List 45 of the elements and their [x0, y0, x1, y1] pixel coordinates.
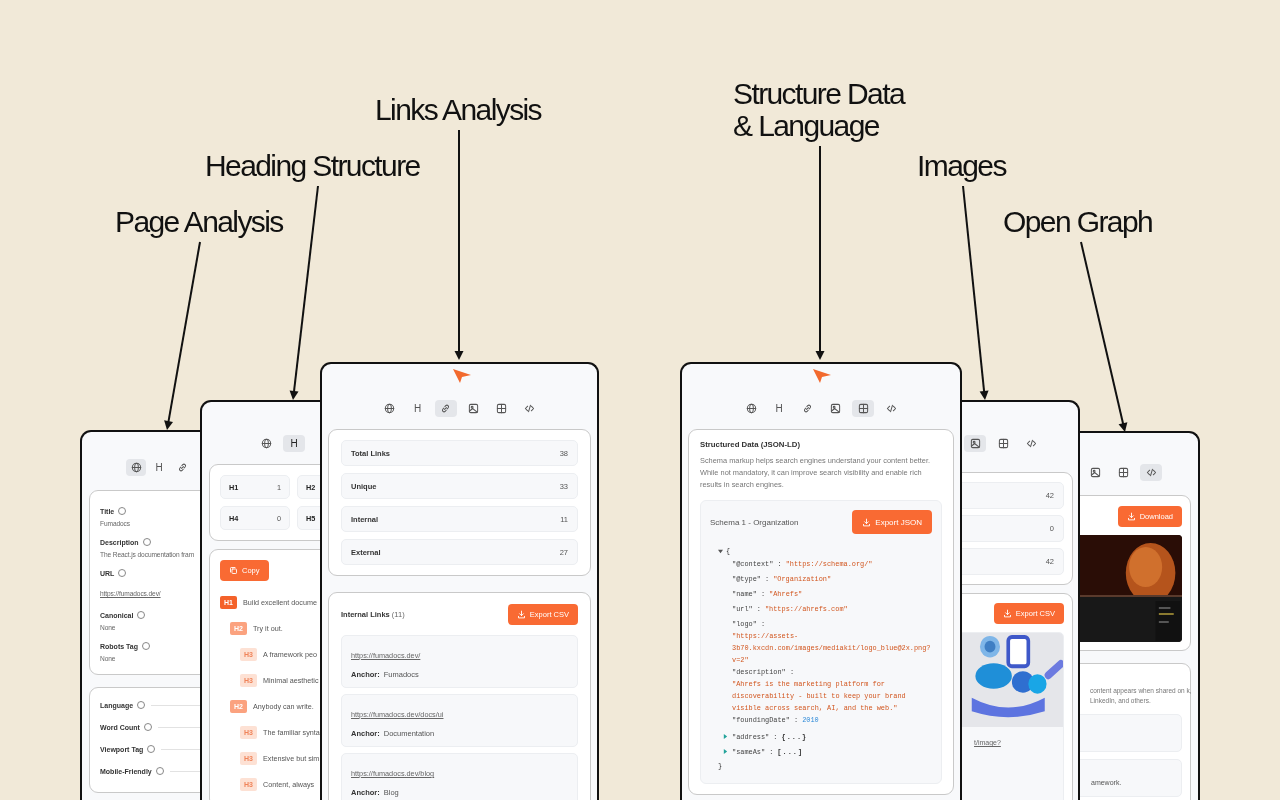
download-icon — [1002, 609, 1012, 618]
code-tab[interactable] — [1140, 463, 1162, 481]
image-icon — [969, 437, 981, 449]
globe-icon — [260, 437, 272, 449]
callout-label: Structure Data & Language — [733, 78, 906, 142]
code-icon — [524, 402, 535, 414]
caret-icon[interactable] — [718, 548, 723, 554]
globe-tab[interactable] — [126, 458, 146, 476]
download-icon — [862, 517, 872, 527]
table-tab[interactable] — [852, 399, 874, 417]
caret-icon[interactable] — [723, 734, 728, 739]
caret-icon[interactable] — [723, 749, 728, 754]
table-icon — [1117, 466, 1129, 478]
paper-plane-logo — [813, 369, 831, 383]
table-icon — [496, 402, 507, 414]
link-icon — [440, 402, 451, 414]
schema-title: Schema 1 - Organization — [710, 517, 799, 527]
callout-label: Links Analysis — [375, 94, 542, 126]
image-icon — [468, 402, 479, 414]
callout-label: Page Analysis — [115, 206, 283, 238]
callout-label: Images — [917, 150, 1006, 182]
copy-icon — [229, 566, 238, 575]
code-icon — [1145, 466, 1157, 478]
table-icon — [857, 402, 869, 414]
globe-icon — [130, 461, 142, 473]
table-icon — [997, 437, 1009, 449]
link-icon — [801, 402, 813, 414]
image-tab[interactable] — [964, 434, 986, 452]
link-tab[interactable] — [434, 399, 457, 417]
heading-tab[interactable]: H — [768, 399, 790, 417]
code-icon — [885, 402, 897, 414]
download-icon — [1126, 512, 1136, 521]
download-icon — [516, 610, 526, 619]
image-icon — [829, 402, 841, 414]
callout-label: Open Graph — [1003, 206, 1153, 238]
callout-label: Heading Structure — [205, 150, 420, 182]
heading-tab[interactable]: H — [406, 399, 429, 417]
code-icon — [1025, 437, 1037, 449]
heading-tab[interactable]: H — [283, 434, 305, 452]
globe-icon — [384, 402, 395, 414]
paper-plane-logo — [453, 369, 471, 383]
image-icon — [1089, 466, 1101, 478]
heading-tab[interactable]: H — [149, 458, 169, 476]
globe-icon — [745, 402, 757, 414]
link-icon — [176, 461, 188, 473]
